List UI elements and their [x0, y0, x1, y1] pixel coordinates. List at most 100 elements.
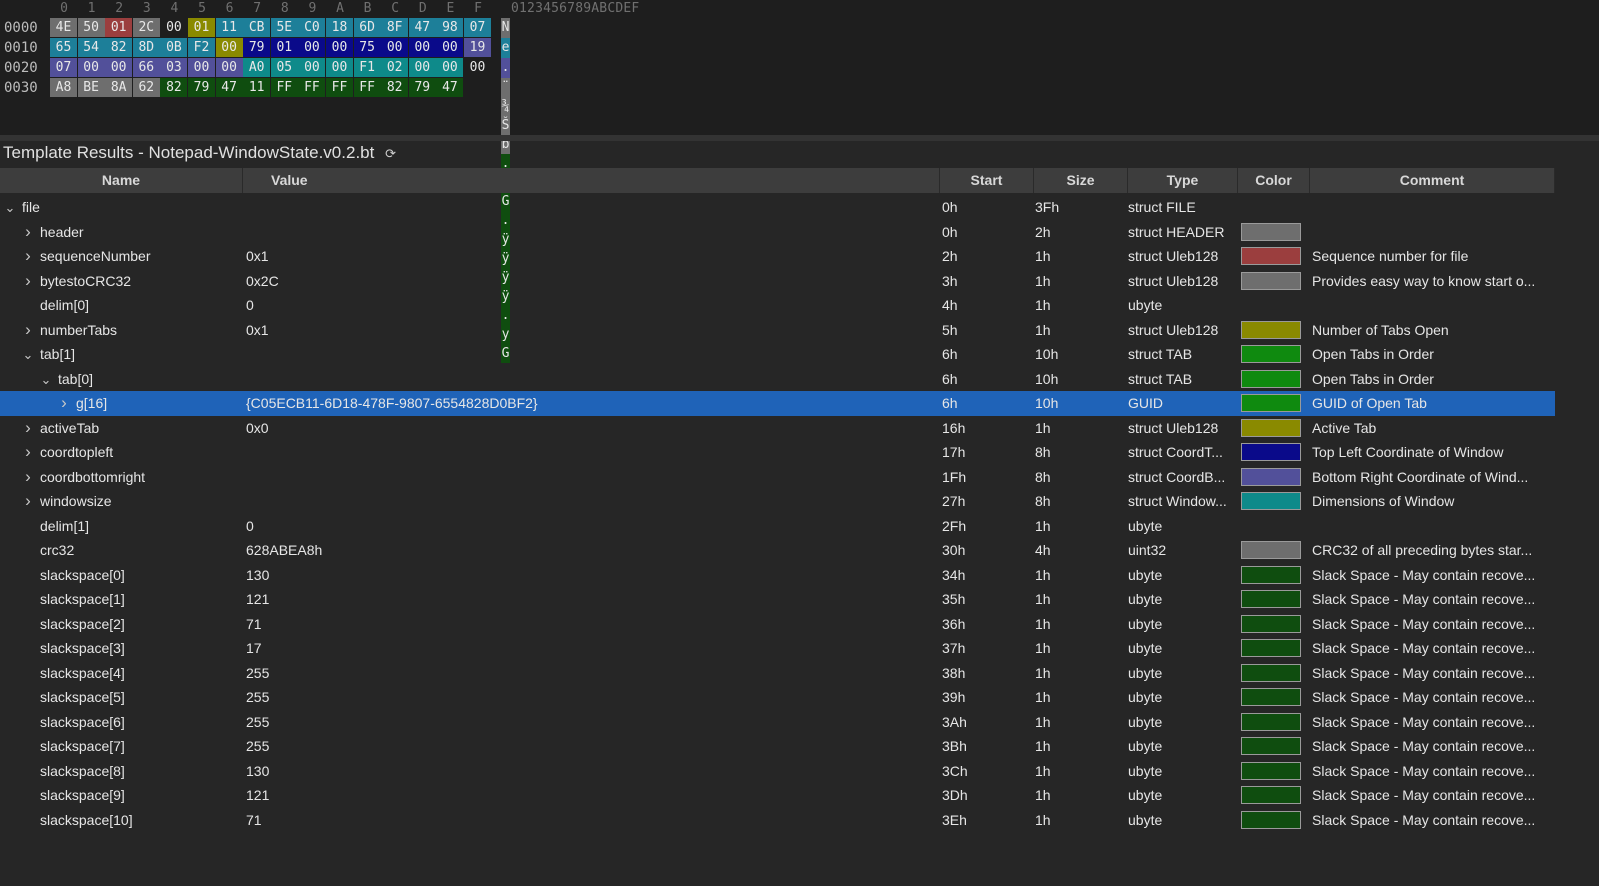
hex-byte[interactable]: 01 [270, 38, 298, 57]
cell-name[interactable]: delim[1] [0, 514, 260, 538]
hex-byte[interactable]: 03 [160, 58, 188, 77]
hex-byte[interactable]: 54 [77, 38, 105, 57]
cell-value[interactable]: 628ABEA8h [246, 538, 916, 562]
cell-size[interactable]: 8h [1035, 489, 1120, 513]
cell-type[interactable]: struct Uleb128 [1128, 318, 1243, 342]
cell-name[interactable]: › coordtopleft [0, 440, 260, 464]
cell-size[interactable]: 1h [1035, 661, 1120, 685]
cell-comment[interactable] [1312, 195, 1557, 219]
hex-byte[interactable]: 79 [243, 38, 271, 57]
ascii-char[interactable]: N [501, 18, 511, 37]
color-swatch[interactable] [1241, 786, 1301, 804]
cell-comment[interactable]: CRC32 of all preceding bytes star... [1312, 538, 1557, 562]
cell-type[interactable]: uint32 [1128, 538, 1243, 562]
cell-comment[interactable]: Slack Space - May contain recove... [1312, 685, 1557, 709]
color-swatch[interactable] [1241, 271, 1301, 290]
ascii-chars[interactable]: ¨¾Šb.yG.ÿÿÿÿ.yG [501, 78, 511, 363]
template-row[interactable]: ⌄ tab[0] 6h 10h struct TAB Open Tabs in Order [0, 367, 1555, 392]
hex-byte[interactable]: 00 [105, 58, 133, 77]
expand-chevron-icon[interactable]: › [22, 244, 34, 268]
hex-byte[interactable]: 82 [381, 78, 409, 97]
cell-start[interactable]: 17h [942, 440, 1027, 464]
cell-size[interactable]: 1h [1035, 710, 1120, 734]
cell-value[interactable]: 130 [246, 563, 916, 587]
cell-name[interactable]: slackspace[3] [0, 636, 260, 660]
color-swatch[interactable] [1241, 590, 1301, 608]
cell-value[interactable]: 255 [246, 710, 916, 734]
hex-byte[interactable]: 79 [408, 78, 436, 97]
cell-size[interactable]: 4h [1035, 538, 1120, 562]
cell-start[interactable]: 3Ah [942, 710, 1027, 734]
cell-comment[interactable]: Sequence number for file [1312, 244, 1557, 268]
cell-comment[interactable]: Slack Space - May contain recove... [1312, 808, 1557, 832]
hex-byte[interactable]: FF [270, 78, 298, 97]
cell-name[interactable]: › numberTabs [0, 318, 260, 342]
cell-name[interactable]: slackspace[7] [0, 734, 260, 758]
cell-comment[interactable]: Slack Space - May contain recove... [1312, 563, 1557, 587]
hex-byte[interactable]: 47 [436, 78, 464, 97]
cell-type[interactable]: struct CoordT... [1128, 440, 1243, 464]
hex-byte[interactable]: 00 [381, 38, 409, 57]
hex-byte[interactable]: 00 [188, 58, 215, 77]
cell-name[interactable]: slackspace[1] [0, 587, 260, 611]
cell-size[interactable]: 10h [1035, 342, 1120, 366]
color-swatch[interactable] [1241, 492, 1301, 510]
cell-start[interactable]: 3Ch [942, 759, 1027, 783]
refresh-icon[interactable]: ⟳ [385, 146, 396, 161]
color-swatch[interactable] [1241, 443, 1301, 461]
hex-editor-view[interactable]: 0123456789ABCDEF 0123456789ABCDEF 0000 4E… [0, 0, 1599, 363]
hex-byte[interactable]: 00 [408, 58, 436, 77]
ascii-char[interactable]: e [501, 38, 511, 57]
cell-value[interactable]: 71 [246, 808, 916, 832]
cell-start[interactable]: 27h [942, 489, 1027, 513]
cell-size[interactable]: 1h [1035, 563, 1120, 587]
cell-comment[interactable]: Open Tabs in Order [1312, 342, 1557, 366]
cell-value[interactable]: 255 [246, 685, 916, 709]
color-swatch[interactable] [1241, 541, 1301, 559]
cell-value[interactable]: 0x1 [246, 244, 916, 268]
expand-chevron-icon[interactable]: › [22, 318, 34, 342]
hex-byte[interactable]: 47 [215, 78, 243, 97]
cell-size[interactable]: 2h [1035, 220, 1120, 244]
cell-name[interactable]: ⌄ tab[1] [0, 342, 260, 366]
cell-start[interactable]: 38h [942, 661, 1027, 685]
cell-type[interactable]: ubyte [1128, 293, 1243, 317]
cell-size[interactable]: 1h [1035, 269, 1120, 293]
cell-start[interactable]: 30h [942, 538, 1027, 562]
cell-size[interactable]: 1h [1035, 759, 1120, 783]
cell-name[interactable]: › sequenceNumber [0, 244, 260, 268]
cell-type[interactable]: struct FILE [1128, 195, 1243, 219]
hex-byte[interactable]: 00 [215, 58, 243, 77]
collapse-chevron-icon[interactable]: ⌄ [40, 368, 52, 391]
hex-byte[interactable]: 50 [77, 18, 105, 37]
color-swatch[interactable] [1241, 688, 1301, 706]
hex-byte[interactable]: 82 [105, 38, 133, 57]
template-row[interactable]: slackspace[8] 130 3Ch 1h ubyte Slack Space - … [0, 759, 1555, 784]
hex-byte[interactable]: 00 [408, 38, 436, 57]
cell-comment[interactable]: Slack Space - May contain recove... [1312, 734, 1557, 758]
cell-type[interactable]: struct HEADER [1128, 220, 1243, 244]
cell-type[interactable]: struct TAB [1128, 367, 1243, 391]
hex-byte[interactable]: 79 [188, 78, 215, 97]
cell-name[interactable]: › header [0, 220, 260, 244]
cell-start[interactable]: 36h [942, 612, 1027, 636]
hex-byte[interactable]: 0B [160, 38, 188, 57]
hex-byte[interactable]: 00 [326, 58, 353, 77]
hex-byte[interactable]: 11 [215, 18, 243, 37]
template-row[interactable]: slackspace[3] 17 37h 1h ubyte Slack Space - M… [0, 636, 1555, 661]
cell-type[interactable]: ubyte [1128, 685, 1243, 709]
ascii-chars[interactable]: ...f... ...ñ.... [501, 58, 511, 360]
cell-type[interactable]: ubyte [1128, 514, 1243, 538]
cell-value[interactable]: 121 [246, 783, 916, 807]
hex-byte[interactable]: 8D [132, 38, 160, 57]
cell-type[interactable]: struct Uleb128 [1128, 416, 1243, 440]
hex-byte[interactable]: FF [353, 78, 381, 97]
template-row[interactable]: delim[0] 0 4h 1h ubyte [0, 293, 1555, 318]
cell-name[interactable]: › windowsize [0, 489, 260, 513]
hex-byte[interactable]: 01 [188, 18, 215, 37]
hex-byte[interactable]: F1 [353, 58, 381, 77]
cell-name[interactable]: slackspace[10] [0, 808, 260, 832]
cell-start[interactable]: 6h [942, 342, 1027, 366]
expand-chevron-icon[interactable]: › [22, 220, 34, 244]
cell-size[interactable]: 1h [1035, 685, 1120, 709]
